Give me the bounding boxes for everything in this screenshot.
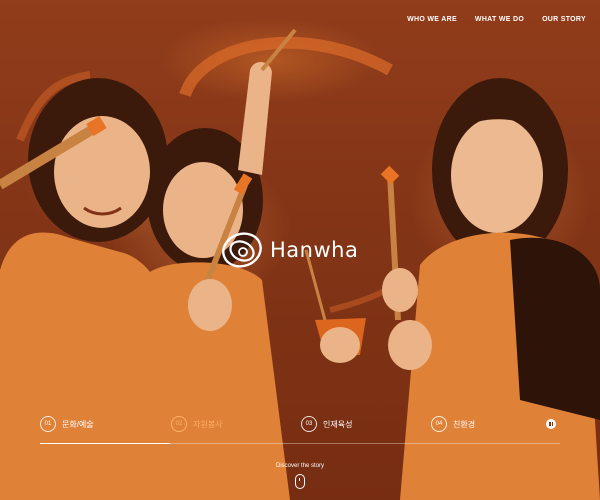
tab-number: 04: [431, 416, 447, 432]
tab-culture-art[interactable]: 01 문화/예술: [40, 416, 94, 432]
tab-eco-friendly[interactable]: 04 친환경: [431, 416, 475, 432]
tab-label: 인재육성: [323, 419, 353, 429]
hanwha-logo-icon: [222, 232, 262, 268]
nav-what-we-do[interactable]: WHAT WE DO: [475, 16, 524, 23]
tab-label: 자원봉사: [193, 419, 223, 429]
tab-number: 01: [40, 416, 56, 432]
mouse-scroll-icon[interactable]: [295, 474, 305, 489]
pause-icon[interactable]: [546, 419, 556, 429]
tab-talent-development[interactable]: 03 인재육성: [301, 416, 352, 432]
hanwha-logo[interactable]: Hanwha: [220, 230, 358, 270]
tab-label: 친환경: [453, 419, 476, 429]
nav-who-we-are[interactable]: WHO WE ARE: [407, 16, 457, 23]
tab-label: 문화/예술: [62, 419, 94, 429]
top-navigation: WHO WE ARE WHAT WE DO OUR STORY: [407, 16, 586, 23]
tab-number: 03: [301, 416, 317, 432]
discover-label[interactable]: Discover the story: [0, 463, 600, 469]
hero-banner: WHO WE ARE WHAT WE DO OUR STORY Hanwha 0…: [0, 0, 600, 500]
brand-wordmark: Hanwha: [270, 238, 359, 262]
tab-number: 02: [171, 416, 187, 432]
slider-progress-track: [40, 443, 560, 444]
slider-progress-fill: [40, 443, 170, 444]
story-tabs: 01 문화/예술 02 자원봉사 03 인재육성 04 친환경: [40, 416, 560, 434]
nav-our-story[interactable]: OUR STORY: [542, 16, 586, 23]
tab-volunteer[interactable]: 02 자원봉사: [171, 416, 222, 432]
